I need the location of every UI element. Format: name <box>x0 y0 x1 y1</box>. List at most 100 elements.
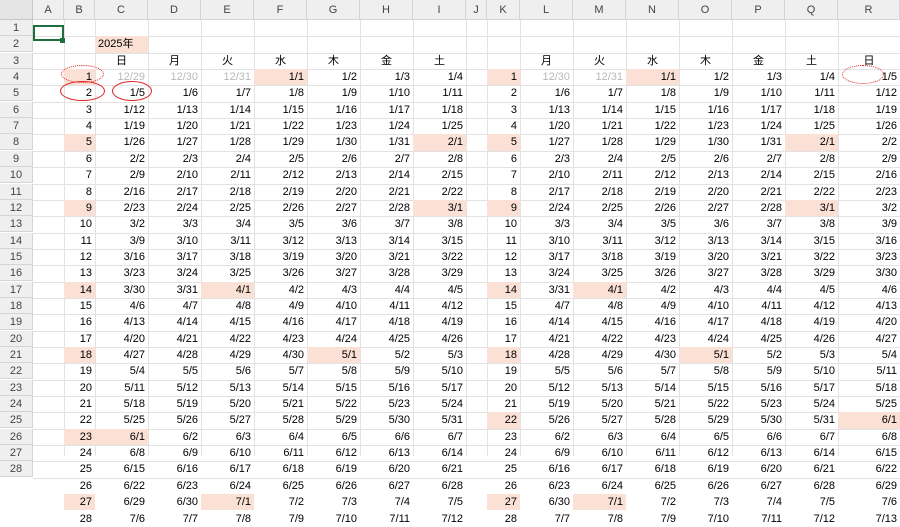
date-cell[interactable]: 3/15 <box>785 233 838 249</box>
week-number-cell[interactable]: 27 <box>487 494 520 511</box>
date-cell[interactable]: 2/23 <box>95 200 148 216</box>
date-cell[interactable]: 6/19 <box>679 461 732 477</box>
date-cell[interactable]: 1/18 <box>785 102 838 118</box>
date-cell[interactable]: 3/23 <box>838 249 900 265</box>
date-cell[interactable]: 5/1 <box>679 347 732 364</box>
date-cell[interactable]: 2/14 <box>360 167 413 183</box>
weekday-header[interactable]: 金 <box>360 53 413 69</box>
date-cell[interactable]: 7/8 <box>201 511 254 527</box>
date-cell[interactable]: 4/4 <box>732 282 785 298</box>
date-cell[interactable]: 1/24 <box>732 118 785 134</box>
date-cell[interactable]: 6/11 <box>626 445 679 461</box>
date-cell[interactable]: 5/5 <box>520 363 573 379</box>
date-cell[interactable]: 1/29 <box>626 134 679 150</box>
date-cell[interactable]: 2/7 <box>360 151 413 167</box>
date-cell[interactable]: 3/5 <box>254 216 307 232</box>
date-cell[interactable]: 4/11 <box>360 298 413 314</box>
date-cell[interactable]: 6/20 <box>360 461 413 477</box>
date-cell[interactable]: 6/25 <box>254 478 307 494</box>
date-cell[interactable]: 5/10 <box>413 363 466 379</box>
date-cell[interactable]: 4/10 <box>307 298 360 314</box>
date-cell[interactable]: 3/10 <box>148 233 201 249</box>
date-cell[interactable]: 3/11 <box>201 233 254 249</box>
date-cell[interactable]: 1/6 <box>520 85 573 101</box>
row-header-18[interactable]: 18 <box>0 297 33 314</box>
week-number-cell[interactable]: 7 <box>487 167 520 183</box>
week-number-cell[interactable]: 2 <box>487 85 520 101</box>
date-cell[interactable]: 2/9 <box>95 167 148 183</box>
row-header-10[interactable]: 10 <box>0 167 33 184</box>
date-cell[interactable]: 1/25 <box>785 118 838 134</box>
date-cell[interactable]: 5/16 <box>360 380 413 396</box>
date-cell[interactable]: 3/11 <box>573 233 626 249</box>
date-cell[interactable]: 4/26 <box>413 331 466 347</box>
date-cell[interactable]: 2/11 <box>201 167 254 183</box>
date-cell[interactable]: 2/2 <box>838 134 900 150</box>
date-cell[interactable]: 4/21 <box>520 331 573 347</box>
row-header-7[interactable]: 7 <box>0 118 33 135</box>
date-cell[interactable]: 6/26 <box>679 478 732 494</box>
column-header-n[interactable]: N <box>626 0 679 20</box>
date-cell[interactable]: 4/28 <box>520 347 573 363</box>
date-cell[interactable]: 6/6 <box>360 429 413 445</box>
date-cell[interactable]: 5/11 <box>95 380 148 396</box>
date-cell[interactable]: 7/4 <box>360 494 413 510</box>
week-number-cell[interactable]: 12 <box>487 249 520 265</box>
date-cell[interactable]: 5/4 <box>95 363 148 379</box>
date-cell[interactable]: 6/23 <box>148 478 201 494</box>
date-cell[interactable]: 6/13 <box>360 445 413 461</box>
date-cell[interactable]: 7/8 <box>573 511 626 527</box>
row-header-3[interactable]: 3 <box>0 52 33 69</box>
date-cell[interactable]: 5/24 <box>413 396 466 412</box>
column-header-c[interactable]: C <box>95 0 148 20</box>
date-cell[interactable]: 6/21 <box>785 461 838 477</box>
date-cell[interactable]: 3/19 <box>626 249 679 265</box>
date-cell[interactable]: 4/15 <box>573 314 626 330</box>
date-cell[interactable]: 1/7 <box>201 85 254 101</box>
weekday-header[interactable]: 月 <box>148 53 201 69</box>
row-header-4[interactable]: 4 <box>0 69 33 86</box>
date-cell[interactable]: 2/6 <box>307 151 360 167</box>
date-cell[interactable]: 2/3 <box>520 151 573 167</box>
date-cell[interactable]: 5/17 <box>413 380 466 396</box>
date-cell[interactable]: 12/29 <box>95 69 148 85</box>
week-number-cell[interactable]: 10 <box>487 216 520 232</box>
date-cell[interactable]: 1/12 <box>838 85 900 101</box>
date-cell[interactable]: 3/24 <box>520 265 573 281</box>
date-cell[interactable]: 4/16 <box>254 314 307 330</box>
date-cell[interactable]: 2/16 <box>95 184 148 200</box>
date-cell[interactable]: 6/2 <box>520 429 573 445</box>
date-cell[interactable]: 7/6 <box>95 511 148 527</box>
date-cell[interactable]: 3/2 <box>95 216 148 232</box>
week-number-cell[interactable]: 8 <box>487 184 520 200</box>
date-cell[interactable]: 3/13 <box>679 233 732 249</box>
column-header-q[interactable]: Q <box>785 0 838 20</box>
date-cell[interactable]: 4/17 <box>679 314 732 330</box>
date-cell[interactable]: 1/28 <box>573 134 626 150</box>
column-header-e[interactable]: E <box>201 0 254 20</box>
week-number-cell[interactable]: 3 <box>487 102 520 118</box>
row-header-11[interactable]: 11 <box>0 183 33 200</box>
column-header-j[interactable]: J <box>466 0 487 20</box>
date-cell[interactable]: 4/11 <box>732 298 785 314</box>
date-cell[interactable]: 3/23 <box>95 265 148 281</box>
date-cell[interactable]: 4/16 <box>626 314 679 330</box>
week-number-cell[interactable]: 13 <box>64 265 95 281</box>
date-cell[interactable]: 1/8 <box>626 85 679 101</box>
date-cell[interactable]: 2/13 <box>307 167 360 183</box>
fill-handle[interactable] <box>60 38 65 43</box>
date-cell[interactable]: 4/14 <box>520 314 573 330</box>
date-cell[interactable]: 6/27 <box>732 478 785 494</box>
date-cell[interactable]: 4/21 <box>148 331 201 347</box>
row-header-6[interactable]: 6 <box>0 101 33 118</box>
date-cell[interactable]: 1/4 <box>413 69 466 85</box>
date-cell[interactable]: 5/16 <box>732 380 785 396</box>
date-cell[interactable]: 6/30 <box>520 494 573 510</box>
week-number-cell[interactable]: 10 <box>64 216 95 232</box>
date-cell[interactable]: 4/24 <box>679 331 732 347</box>
week-number-cell[interactable]: 9 <box>487 199 520 217</box>
date-cell[interactable]: 5/4 <box>838 347 900 363</box>
weekday-header[interactable]: 日 <box>95 53 148 69</box>
date-cell[interactable]: 6/29 <box>838 478 900 494</box>
date-cell[interactable]: 5/17 <box>785 380 838 396</box>
